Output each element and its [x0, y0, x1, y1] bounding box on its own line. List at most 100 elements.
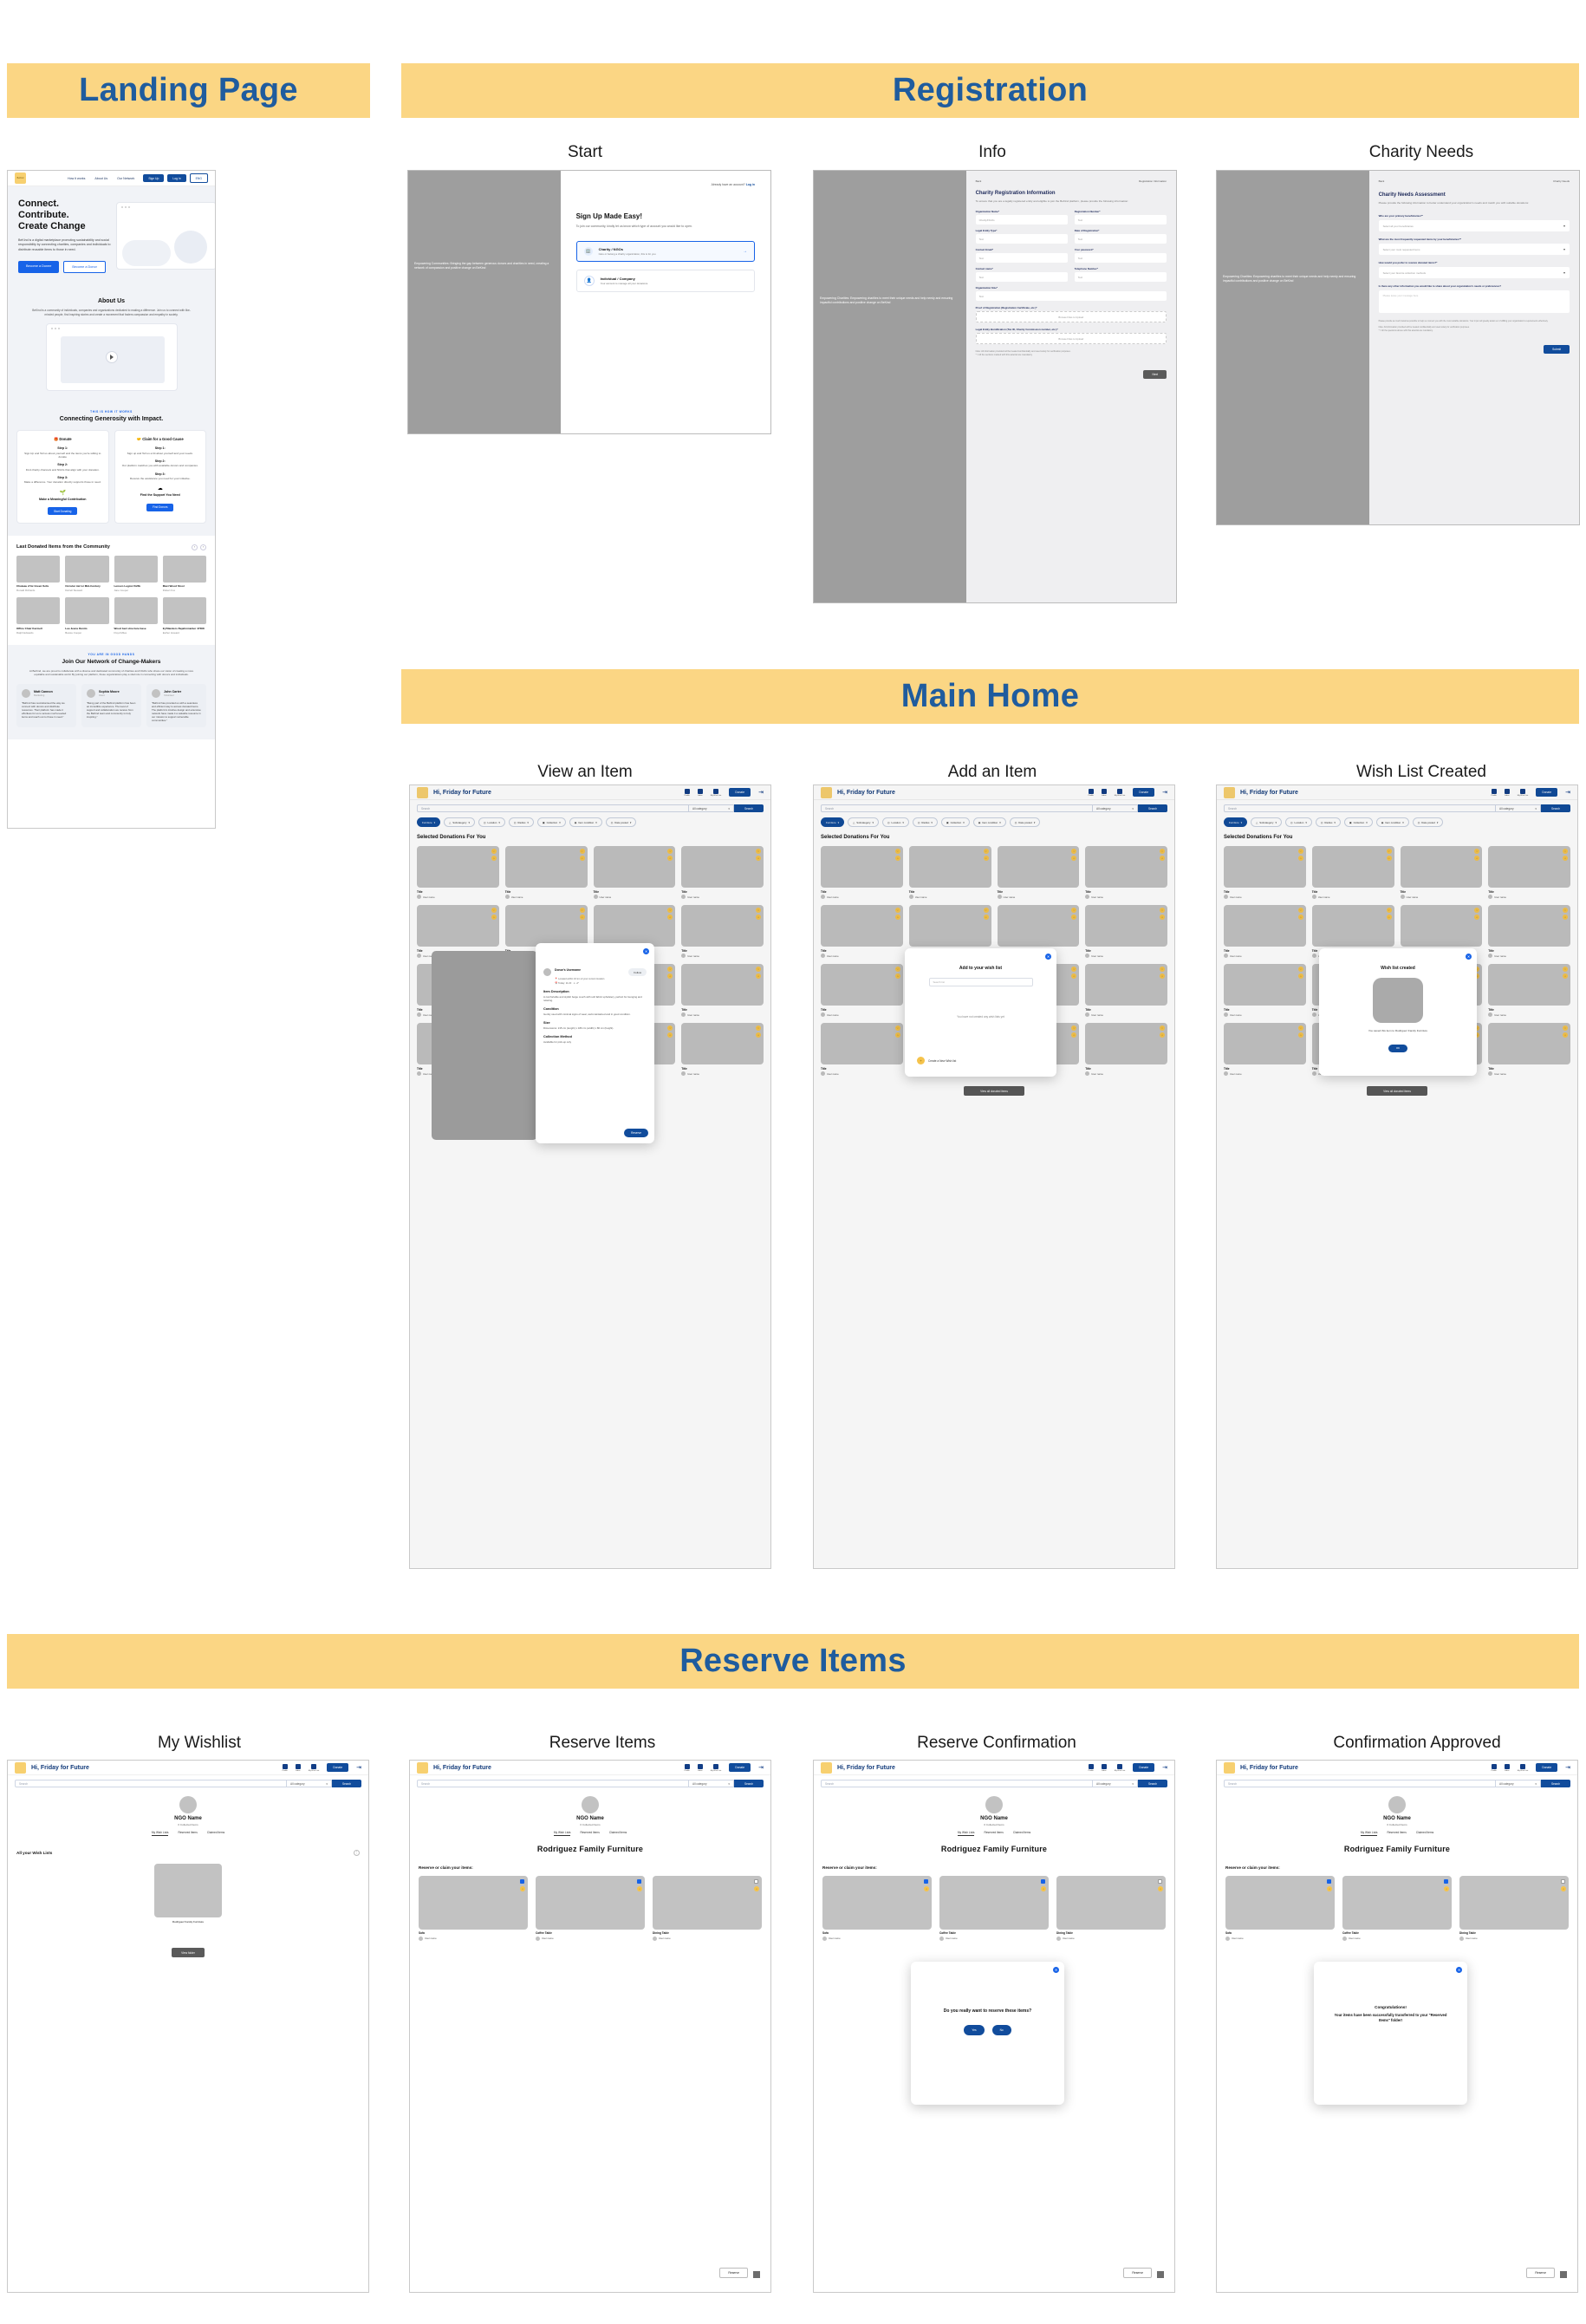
search-button[interactable]: Search — [1541, 1780, 1570, 1787]
bell-icon[interactable]: ☼ — [1327, 1885, 1332, 1891]
inbox-icon[interactable]: Inbox — [1101, 1763, 1107, 1772]
reserve-item[interactable]: ☼ Coffee Table User name — [1342, 1875, 1452, 1941]
bell-icon[interactable]: ☼ — [924, 1885, 929, 1891]
category-select[interactable]: All category ▾ — [1496, 1780, 1541, 1787]
tab-reserved-items[interactable]: Reserved Items — [178, 1831, 197, 1836]
become-donee-button[interactable]: Become a Donee — [18, 261, 60, 274]
more-options-icon[interactable]: ⋮ — [354, 1849, 360, 1856]
profile-icon[interactable]: Profile — [1492, 1763, 1497, 1772]
item-checkbox[interactable] — [637, 1878, 641, 1884]
reserve-button[interactable]: Reserve — [1123, 2268, 1152, 2278]
donated-item[interactable]: Chateau d'Ax Green Sofa Ronald Richards — [16, 555, 61, 592]
inbox-icon[interactable]: Inbox — [1504, 1763, 1510, 1772]
reserve-item[interactable]: ☼ Sofa User name — [822, 1875, 932, 1941]
bell-icon[interactable]: ☼ — [1444, 1885, 1449, 1891]
follow-button[interactable]: Follow — [628, 968, 647, 976]
profile-icon[interactable]: Profile — [283, 1763, 288, 1772]
donate-button[interactable]: Donate — [1536, 1763, 1558, 1772]
close-icon[interactable]: ✕ — [1466, 954, 1472, 960]
scroll-indicator[interactable] — [1560, 2271, 1567, 2278]
yes-button[interactable]: Yes — [964, 2025, 985, 2035]
nav-link-how-it-works[interactable]: How it works — [68, 177, 85, 180]
donate-button[interactable]: Donate — [729, 1763, 751, 1772]
donated-item[interactable]: Lenovo Legion 5i24k Jane Cooper — [114, 555, 158, 592]
scroll-indicator[interactable] — [753, 2271, 760, 2278]
create-wishlist-row[interactable]: + Create a New Wish list — [917, 1057, 956, 1064]
item-checkbox[interactable] — [1444, 1878, 1448, 1884]
nav-link-about-us[interactable]: About Us — [94, 177, 107, 180]
donate-button[interactable]: Donate — [327, 1763, 349, 1772]
reserve-button[interactable]: Reserve — [624, 1129, 648, 1137]
login-button[interactable]: Log in — [167, 174, 186, 182]
donated-item[interactable]: Circular mirror Mid-Century Darrell Stewa… — [65, 555, 109, 592]
become-donor-button[interactable]: Become a Donor — [63, 261, 106, 274]
account-option-charity[interactable]: 🏢 Charity / NGOs Care or belong a charit… — [575, 241, 755, 262]
organization-size-input[interactable]: Text — [975, 291, 1167, 302]
tab-my-wish-lists[interactable]: My Wish Lists — [1360, 1831, 1378, 1836]
logout-icon[interactable]: ⇥ — [356, 1764, 361, 1771]
tab-reserved-items[interactable]: Reserved Items — [580, 1831, 599, 1836]
profile-icon[interactable]: Profile — [685, 1763, 690, 1772]
logout-icon[interactable]: ⇥ — [758, 1764, 764, 1771]
reserve-item[interactable]: ☼ Dining Table User name — [1459, 1875, 1569, 1941]
requested-items-select[interactable]: Select your most requested items ▾ — [1378, 244, 1570, 256]
logout-icon[interactable]: ⇥ — [1162, 1764, 1167, 1771]
back-button[interactable]: Back — [976, 179, 982, 183]
search-button[interactable]: Search — [332, 1780, 361, 1787]
bell-icon[interactable]: ☼ — [1041, 1885, 1046, 1891]
registration-number-input[interactable]: Text — [1074, 215, 1167, 225]
reserve-item[interactable]: ☼ Coffee Table User name — [536, 1875, 645, 1941]
inbox-icon[interactable]: Inbox — [697, 1763, 703, 1772]
close-icon[interactable]: ✕ — [1456, 1967, 1462, 1973]
wishlist-icon[interactable]: My Wish List — [1115, 1763, 1125, 1772]
item-checkbox[interactable] — [754, 1878, 758, 1884]
tab-claimed-items[interactable]: Claimed Items — [207, 1831, 224, 1836]
wishlist-search-input[interactable]: Search list — [928, 978, 1033, 986]
tab-my-wish-lists[interactable]: My Wish Lists — [151, 1831, 169, 1836]
reserve-item[interactable]: ☼ Dining Table User name — [1056, 1875, 1166, 1941]
wishlist-icon[interactable]: My Wish List — [1518, 1763, 1528, 1772]
organization-name-input[interactable]: Charity/NGOs — [975, 215, 1068, 225]
reserve-item[interactable]: ☼ Coffee Table User name — [939, 1875, 1049, 1941]
telephone-number-input[interactable]: Text — [1074, 272, 1167, 283]
submit-button[interactable]: Submit — [1544, 345, 1570, 355]
needs-textarea[interactable]: Please leave your message here — [1378, 290, 1570, 314]
bell-icon[interactable]: ☼ — [1561, 1885, 1566, 1891]
search-input[interactable]: Search — [1224, 1780, 1496, 1787]
password-input[interactable]: Text — [1074, 253, 1167, 264]
reserve-button[interactable]: Reserve — [1526, 2268, 1555, 2278]
item-checkbox[interactable] — [1158, 1878, 1162, 1884]
bell-icon[interactable]: ☼ — [1158, 1885, 1163, 1891]
tab-claimed-items[interactable]: Claimed Items — [1013, 1831, 1030, 1836]
profile-icon[interactable]: Profile — [1089, 1763, 1094, 1772]
category-select[interactable]: All category ▾ — [1093, 1780, 1138, 1787]
scroll-indicator[interactable] — [1157, 2271, 1164, 2278]
wishlist-icon[interactable]: My Wish List — [309, 1763, 319, 1772]
find-donors-button[interactable]: Find Donors — [146, 503, 174, 511]
date-of-registration-input[interactable]: Text — [1074, 234, 1167, 244]
close-icon[interactable]: ✕ — [1045, 954, 1051, 960]
reserve-item[interactable]: ☼ Sofa User name — [419, 1875, 528, 1941]
reg-login-link[interactable]: Log in — [746, 183, 755, 186]
legal-entity-type-input[interactable]: Text — [975, 234, 1068, 244]
close-icon[interactable]: ✕ — [643, 948, 649, 954]
language-button[interactable]: ENG — [189, 173, 208, 183]
close-icon[interactable]: ✕ — [1053, 1967, 1059, 1973]
logout-icon[interactable]: ⇥ — [1565, 1764, 1570, 1771]
inbox-icon[interactable]: Inbox — [295, 1763, 301, 1772]
carousel-prev-icon[interactable]: ‹ — [192, 544, 198, 550]
view-folder-button[interactable]: View folder — [172, 1948, 205, 1957]
nav-link-our-network[interactable]: Our Network — [117, 177, 134, 180]
contact-name-input[interactable]: Text — [975, 272, 1068, 283]
donated-item[interactable]: Maxi Wood Stool Robert Fox — [162, 555, 206, 592]
tab-claimed-items[interactable]: Claimed Items — [609, 1831, 627, 1836]
tab-reserved-items[interactable]: Reserved Items — [1387, 1831, 1406, 1836]
about-video-card[interactable] — [45, 323, 178, 392]
reserve-button[interactable]: Reserve — [719, 2268, 748, 2278]
donated-item[interactable]: Wood bed structure base Floyd Miles — [114, 597, 158, 635]
contact-email-input[interactable]: Text — [975, 253, 1068, 264]
tab-reserved-items[interactable]: Reserved Items — [984, 1831, 1003, 1836]
collection-method-select[interactable]: Select your favorite collection methods … — [1378, 267, 1570, 279]
reserve-item[interactable]: ☼ Sofa User name — [1225, 1875, 1335, 1941]
start-donating-button[interactable]: Start Donating — [48, 507, 78, 515]
